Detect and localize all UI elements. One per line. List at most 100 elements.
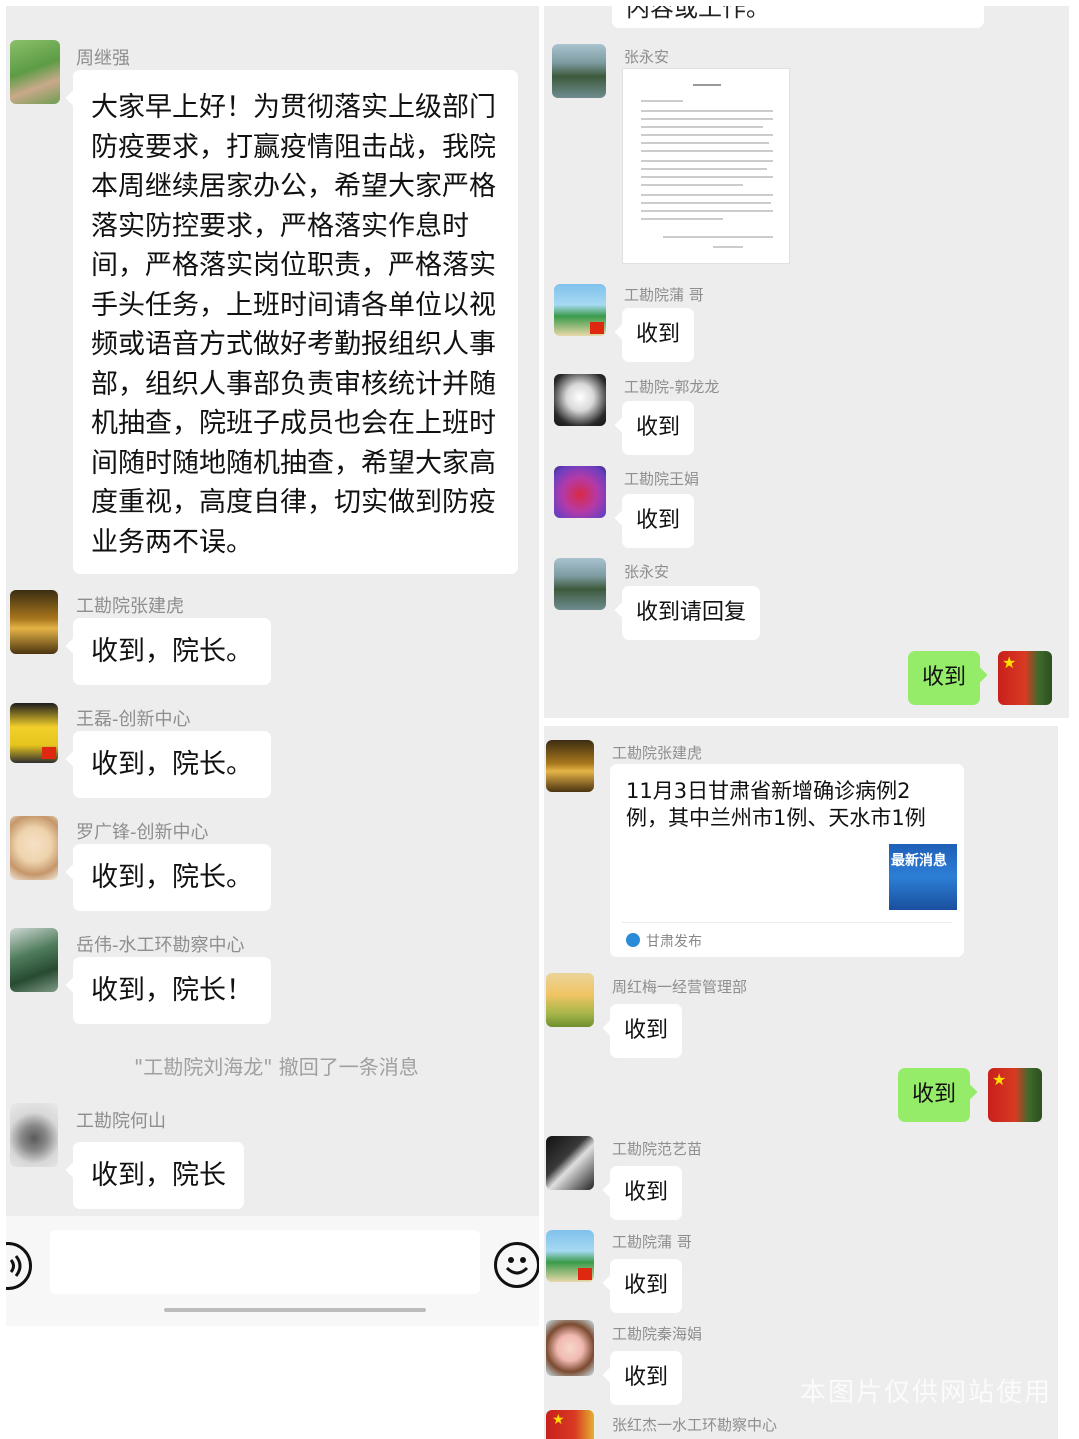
message-bubble[interactable]: 收到，院长。 bbox=[65, 618, 271, 685]
star-icon: ★ bbox=[552, 1412, 565, 1428]
thumbnail-label: 最新消息 bbox=[891, 853, 947, 869]
avatar-zhang-yongan[interactable] bbox=[554, 558, 606, 610]
avatar-zhang-hongjie[interactable]: ★ bbox=[546, 1410, 594, 1439]
emoji-icon[interactable] bbox=[494, 1242, 539, 1288]
sender-name: 工勘院王娟 bbox=[624, 470, 700, 488]
avatar-wang-juan[interactable] bbox=[554, 466, 606, 518]
avatar-fan-yimiao[interactable] bbox=[546, 1136, 594, 1190]
top-right-chat-panel: 内容或工作。 张永安 工勘院蒲 哥 收到 工勘院-郭龙龙 收到 工勘院王娟 收到… bbox=[544, 6, 1069, 718]
left-chat-panel: 周继强 大家早上好！为贯彻落实上级部门 防疫要求，打赢疫情阻击战，我院 本周继续… bbox=[6, 6, 539, 1326]
sender-name: 工勘院张建虎 bbox=[612, 744, 703, 762]
message-text: 收到 bbox=[624, 1180, 669, 1205]
message-text: 内容或工作。 bbox=[626, 6, 770, 22]
message-bubble[interactable]: 收到请回复 bbox=[614, 586, 761, 640]
message-bubble[interactable]: 收到 bbox=[602, 1351, 683, 1405]
message-text: 收到 bbox=[624, 1018, 669, 1043]
message-text: 收到，院长。 bbox=[91, 749, 253, 780]
message-text: 收到 bbox=[624, 1365, 669, 1390]
message-bubble[interactable]: 收到，院长。 bbox=[65, 731, 271, 798]
recall-notice: "工勘院刘海龙" 撤回了一条消息 bbox=[134, 1055, 419, 1079]
bottom-right-chat-panel: 工勘院张建虎 11月3日甘肃省新增确诊病例2 例，其中兰州市1例、天水市1例 最… bbox=[544, 726, 1058, 1439]
link-card[interactable]: 11月3日甘肃省新增确诊病例2 例，其中兰州市1例、天水市1例 最新消息 甘肃发… bbox=[610, 764, 964, 957]
announcement-line: 机抽查，院班子成员也会在上班时 bbox=[91, 408, 496, 439]
sender-name: 工勘院张建虎 bbox=[76, 596, 184, 617]
message-bubble[interactable]: 收到 bbox=[614, 494, 695, 548]
flag-badge bbox=[590, 322, 604, 334]
message-text: 收到 bbox=[636, 415, 681, 440]
avatar-zhou-hongmei[interactable] bbox=[546, 973, 594, 1027]
flag-badge bbox=[578, 1268, 592, 1280]
avatar-zhang-jianhu[interactable] bbox=[546, 740, 594, 792]
message-text: 收到，院长！ bbox=[91, 975, 253, 1006]
document-page-graphic bbox=[641, 84, 773, 248]
avatar-luo-guangfeng[interactable] bbox=[10, 816, 58, 880]
link-card-title: 11月3日甘肃省新增确诊病例2 例，其中兰州市1例、天水市1例 bbox=[626, 778, 926, 832]
sender-name: 张红杰一水工环勘察中心 bbox=[612, 1416, 778, 1434]
message-text: 收到 bbox=[624, 1273, 669, 1298]
avatar-self[interactable]: ★ bbox=[988, 1068, 1042, 1122]
avatar-zhou-jiqiang[interactable] bbox=[10, 40, 60, 104]
announcement-line: 度重视，高度自律，切实做到防疫 bbox=[91, 487, 496, 518]
announcement-line: 间随时随地随机抽查，希望大家高 bbox=[91, 447, 496, 479]
message-text: 收到，院长。 bbox=[91, 862, 253, 893]
avatar-wang-lei[interactable] bbox=[10, 703, 58, 763]
sender-name: 周红梅一经营管理部 bbox=[612, 978, 748, 996]
message-bubble[interactable]: 收到 bbox=[602, 1004, 683, 1058]
document-thumbnail[interactable] bbox=[622, 68, 790, 264]
announcement-line: 本周继续居家办公，希望大家严格 bbox=[91, 171, 496, 202]
message-text: 收到请回复 bbox=[636, 600, 747, 625]
message-bubble[interactable]: 收到 bbox=[602, 1259, 683, 1313]
sender-name: 工勘院范艺苗 bbox=[612, 1140, 703, 1158]
link-card-divider bbox=[622, 922, 952, 923]
sender-name: 王磊-创新中心 bbox=[76, 709, 191, 730]
sender-name: 周继强 bbox=[76, 48, 130, 69]
message-bubble[interactable]: 收到 bbox=[602, 1166, 683, 1220]
message-text: 收到 bbox=[922, 665, 967, 690]
sender-name: 张永安 bbox=[624, 48, 670, 66]
message-text: 收到，院长 bbox=[91, 1160, 226, 1191]
link-card-thumbnail: 最新消息 bbox=[889, 844, 957, 910]
announcement-line: 大家早上好！为贯彻落实上级部门 bbox=[91, 92, 496, 123]
sender-name: 岳伟-水工环勘察中心 bbox=[76, 935, 245, 956]
message-bubble[interactable]: 收到，院长。 bbox=[65, 844, 271, 911]
sender-name: 工勘院蒲 哥 bbox=[624, 286, 704, 304]
avatar-yue-wei[interactable] bbox=[10, 928, 58, 992]
source-icon bbox=[626, 933, 640, 947]
sender-name: 工勘院何山 bbox=[76, 1111, 166, 1132]
message-bubble[interactable]: 收到，院长 bbox=[65, 1142, 244, 1209]
message-text: 收到 bbox=[636, 322, 681, 347]
avatar-guo-longlong[interactable] bbox=[554, 374, 606, 426]
avatar-pu-ge[interactable] bbox=[546, 1230, 594, 1282]
message-bubble[interactable]: 收到，院长！ bbox=[65, 957, 271, 1024]
avatar-zhang-yongan[interactable] bbox=[552, 44, 606, 98]
message-input[interactable] bbox=[50, 1230, 480, 1294]
sender-name: 工勘院-郭龙龙 bbox=[624, 378, 720, 396]
message-text: 收到 bbox=[636, 508, 681, 533]
self-message-bubble[interactable]: 收到 bbox=[908, 651, 988, 705]
cut-off-bubble[interactable]: 内容或工作。 bbox=[612, 6, 984, 28]
message-bubble[interactable]: 收到 bbox=[614, 308, 695, 362]
avatar-he-shan[interactable] bbox=[10, 1103, 58, 1167]
announcement-line: 业务两不误。 bbox=[91, 526, 253, 558]
avatar-qin-haijuan[interactable] bbox=[546, 1320, 594, 1376]
announcement-line: 防疫要求，打赢疫情阻击战，我院 bbox=[91, 131, 496, 163]
sender-name: 工勘院秦海娟 bbox=[612, 1325, 703, 1343]
home-indicator bbox=[164, 1308, 426, 1312]
announcement-line: 手头任务，上班时间请各单位以视 bbox=[91, 289, 496, 321]
star-icon: ★ bbox=[992, 1070, 1007, 1089]
announcement-line: 间，严格落实岗位职责，严格落实 bbox=[91, 250, 496, 281]
avatar-self[interactable]: ★ bbox=[998, 651, 1052, 705]
sender-name: 张永安 bbox=[624, 563, 670, 581]
link-card-title-line: 例，其中兰州市1例、天水市1例 bbox=[626, 806, 926, 830]
link-card-title-line: 11月3日甘肃省新增确诊病例2 bbox=[626, 779, 911, 803]
message-text: 收到，院长。 bbox=[91, 636, 253, 667]
announcement-line: 落实防控要求，严格落实作息时 bbox=[91, 210, 469, 242]
self-message-bubble[interactable]: 收到 bbox=[898, 1068, 978, 1122]
announcement-bubble[interactable]: 大家早上好！为贯彻落实上级部门 防疫要求，打赢疫情阻击战，我院 本周继续居家办公… bbox=[65, 70, 518, 574]
announcement-line: 频或语音方式做好考勤报组织人事 bbox=[91, 329, 496, 360]
avatar-pu-ge[interactable] bbox=[554, 284, 606, 336]
avatar-zhang-jianhu[interactable] bbox=[10, 590, 58, 654]
link-card-source: 甘肃发布 bbox=[646, 934, 702, 950]
voice-icon[interactable] bbox=[6, 1242, 32, 1290]
message-bubble[interactable]: 收到 bbox=[614, 401, 695, 455]
